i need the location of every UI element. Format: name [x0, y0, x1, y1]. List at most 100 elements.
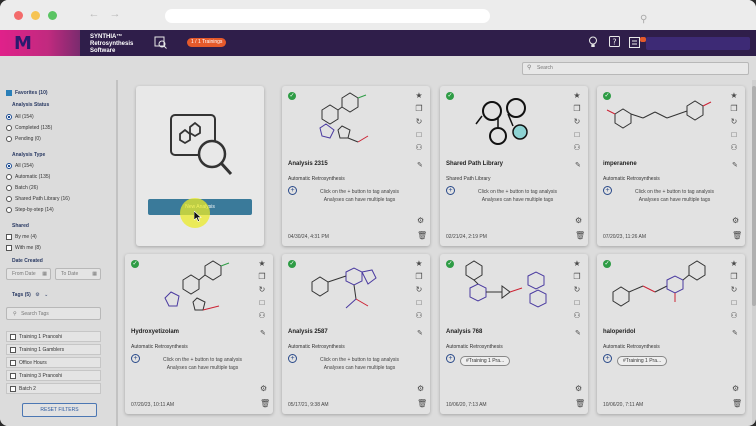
analysis-card[interactable]: ✓ ★ ❐ ↻ □ ⚇ Analysis 2587 ✎ Automatic Re…: [282, 254, 430, 414]
tag-row[interactable]: Office Hours: [6, 357, 101, 368]
add-tag-button[interactable]: +: [446, 354, 455, 363]
molecule-structure-image[interactable]: [125, 254, 250, 326]
shared-option-with-me[interactable]: With me (8): [6, 245, 41, 251]
type-option-automatic[interactable]: Automatic (135): [6, 174, 50, 180]
trash-icon[interactable]: 🗑: [417, 399, 427, 408]
comment-icon[interactable]: □: [260, 299, 265, 307]
close-window-button[interactable]: [14, 11, 23, 20]
radio-button[interactable]: [6, 207, 12, 213]
status-option-pending[interactable]: Pending (0): [6, 136, 41, 142]
copy-icon[interactable]: ❐: [415, 273, 422, 281]
analysis-card[interactable]: ✓ ★ ❐ ↻ □ ⚇ Hydroxyetizolam ✎ Automatic …: [125, 254, 273, 414]
edit-pencil-icon[interactable]: ✎: [732, 329, 738, 337]
search-icon[interactable]: ⚲: [640, 14, 647, 25]
tag-chip[interactable]: #Training 1 Pra...: [460, 356, 511, 366]
star-icon[interactable]: ★: [258, 260, 265, 268]
user-menu[interactable]: [646, 37, 750, 50]
molecule-structure-image[interactable]: [282, 86, 407, 158]
help-icon[interactable]: ?: [609, 36, 620, 47]
trash-icon[interactable]: 🗑: [732, 231, 742, 240]
trash-icon[interactable]: 🗑: [417, 231, 427, 240]
minimize-window-button[interactable]: [31, 11, 40, 20]
add-tag-button[interactable]: +: [446, 186, 455, 195]
molecule-structure-image[interactable]: [440, 254, 565, 326]
star-icon[interactable]: ★: [573, 260, 580, 268]
favorites-checkbox[interactable]: [6, 90, 12, 96]
edit-pencil-icon[interactable]: ✎: [417, 161, 423, 169]
tag-row[interactable]: Batch 2: [6, 383, 101, 394]
status-option-completed[interactable]: Completed (135): [6, 125, 52, 131]
edit-pencil-icon[interactable]: ✎: [575, 329, 581, 337]
radio-button[interactable]: [6, 163, 12, 169]
gear-icon[interactable]: ⚙: [732, 384, 739, 393]
share-user-icon[interactable]: ⚇: [573, 144, 580, 152]
card-title[interactable]: Analysis 2315: [288, 161, 328, 167]
copy-icon[interactable]: ❐: [573, 273, 580, 281]
from-date-input[interactable]: From Date ▦: [6, 268, 51, 280]
copy-icon[interactable]: ❐: [415, 105, 422, 113]
comment-icon[interactable]: □: [417, 299, 422, 307]
trash-icon[interactable]: 🗑: [575, 399, 585, 408]
analysis-card[interactable]: ✓ ★ ❐ ↻ □ ⚇ haloperidol ✎ Automatic Retr…: [597, 254, 745, 414]
forward-arrow-icon[interactable]: →: [109, 8, 121, 20]
edit-pencil-icon[interactable]: ✎: [260, 329, 266, 337]
comment-icon[interactable]: □: [575, 131, 580, 139]
checkbox[interactable]: [10, 385, 16, 392]
analysis-card[interactable]: ✓ ★ ❐ ↻ □ ⚇ Analysis 2315 ✎ Automatic Re…: [282, 86, 430, 246]
type-option-step-by-step[interactable]: Step-by-step (14): [6, 207, 54, 213]
add-tag-button[interactable]: +: [603, 354, 612, 363]
lightbulb-icon[interactable]: [588, 36, 598, 48]
radio-button[interactable]: [6, 185, 12, 191]
radio-button[interactable]: [6, 125, 12, 131]
company-logo[interactable]: M: [0, 30, 80, 56]
gear-icon[interactable]: ⚙: [732, 216, 739, 225]
share-user-icon[interactable]: ⚇: [573, 312, 580, 320]
copy-icon[interactable]: ❐: [730, 105, 737, 113]
sidebar-divider[interactable]: [116, 80, 118, 426]
comment-icon[interactable]: □: [732, 299, 737, 307]
tag-search-input[interactable]: ⚲ Search Tags: [6, 307, 101, 320]
tag-row[interactable]: Training 1 Gamblers: [6, 344, 101, 355]
trainings-badge[interactable]: 1 / 1 Trainings: [187, 38, 227, 47]
scrollbar-thumb[interactable]: [752, 86, 756, 306]
comment-icon[interactable]: □: [575, 299, 580, 307]
radio-button[interactable]: [6, 174, 12, 180]
analysis-card[interactable]: ✓ ★ ❐ ↻ □ ⚇ Shared Path Library ✎ Shared…: [440, 86, 588, 246]
reset-filters-button[interactable]: RESET FILTERS: [22, 403, 97, 417]
refresh-icon[interactable]: ↻: [259, 286, 266, 294]
favorites-filter[interactable]: Favorites (10): [6, 90, 48, 96]
status-option-all[interactable]: All (154): [6, 114, 34, 120]
refresh-icon[interactable]: ↻: [731, 286, 738, 294]
analysis-card[interactable]: ✓ ★ ❐ ↻ □ ⚇ Analysis 768 ✎ Automatic Ret…: [440, 254, 588, 414]
to-date-input[interactable]: To Date ▦: [55, 268, 101, 280]
star-icon[interactable]: ★: [415, 92, 422, 100]
analysis-search-input[interactable]: ⚲ Search: [522, 62, 749, 75]
refresh-icon[interactable]: ↻: [731, 118, 738, 126]
star-icon[interactable]: ★: [415, 260, 422, 268]
gear-icon[interactable]: ⚙: [417, 384, 424, 393]
radio-button[interactable]: [6, 114, 12, 120]
star-icon[interactable]: ★: [573, 92, 580, 100]
checkbox[interactable]: [10, 372, 16, 379]
copy-icon[interactable]: ❐: [730, 273, 737, 281]
gear-icon[interactable]: ⚙: [575, 384, 582, 393]
trash-icon[interactable]: 🗑: [260, 399, 270, 408]
comment-icon[interactable]: □: [417, 131, 422, 139]
share-user-icon[interactable]: ⚇: [415, 144, 422, 152]
card-title[interactable]: imperanene: [603, 161, 637, 167]
molecule-structure-image[interactable]: [597, 86, 722, 158]
shared-option-by-me[interactable]: By me (4): [6, 234, 37, 240]
refresh-icon[interactable]: ↻: [416, 118, 423, 126]
gear-icon[interactable]: ⚙: [417, 216, 424, 225]
comment-icon[interactable]: □: [732, 131, 737, 139]
tag-row[interactable]: Training 3 Pranoshi: [6, 370, 101, 381]
card-title[interactable]: Analysis 768: [446, 329, 482, 335]
share-user-icon[interactable]: ⚇: [258, 312, 265, 320]
gear-icon[interactable]: ⚙: [575, 216, 582, 225]
back-arrow-icon[interactable]: ←: [88, 8, 100, 20]
trash-icon[interactable]: 🗑: [732, 399, 742, 408]
star-icon[interactable]: ★: [730, 92, 737, 100]
radio-button[interactable]: [6, 196, 12, 202]
checkbox[interactable]: [6, 245, 12, 251]
trash-icon[interactable]: 🗑: [575, 231, 585, 240]
